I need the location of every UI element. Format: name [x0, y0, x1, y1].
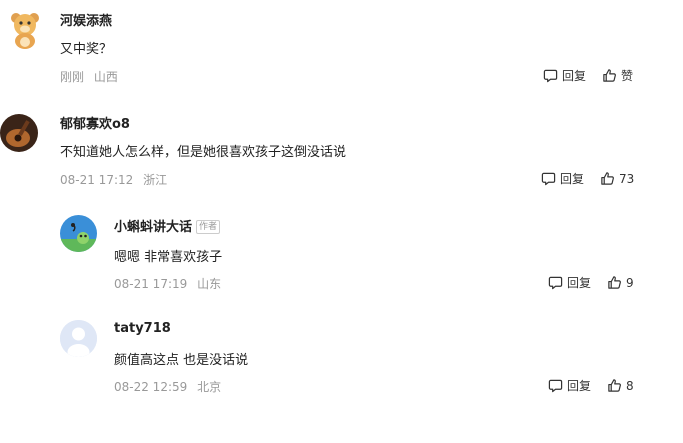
comment-time: 08-21 17:12	[60, 173, 134, 187]
reply-username: 小蝌蚪讲大话 作者	[114, 216, 221, 235]
reply-location: 北京	[197, 380, 222, 394]
comment-location: 浙江	[143, 173, 168, 187]
thumbs-up-icon	[607, 275, 622, 290]
avatar[interactable]	[60, 320, 97, 357]
reply-button[interactable]: 回复	[548, 274, 591, 291]
reply-location: 山东	[197, 277, 222, 291]
reply-text: 嗯嗯 非常喜欢孩子	[114, 250, 223, 265]
reply-button[interactable]: 回复	[543, 67, 586, 84]
default-user-avatar-icon	[60, 320, 97, 357]
comment-text: 又中奖？	[60, 42, 113, 57]
comment-actions: 回复 赞	[543, 67, 633, 84]
reply-label: 回复	[567, 379, 592, 393]
reply-item: taty718 颜值高这点 也是没话说 08-22 12:59 北京 回复 8	[0, 310, 683, 410]
comment-bubble-icon	[548, 275, 563, 290]
comment-item: 河娱添燕 又中奖？ 刚刚 山西 回复 赞	[0, 0, 683, 100]
thumbs-up-icon	[607, 378, 622, 393]
reply-button[interactable]: 回复	[541, 170, 584, 187]
reply-actions: 回复 8	[548, 377, 634, 394]
bear-avatar-icon	[11, 13, 39, 49]
reply-text: 颜值高这点 也是没话说	[114, 353, 249, 368]
comment-time: 刚刚	[60, 70, 85, 84]
tadpole-avatar-icon	[60, 215, 97, 252]
guitar-avatar-icon	[0, 114, 38, 152]
like-count: 8	[626, 378, 634, 393]
reply-time: 08-22 12:59	[114, 380, 188, 394]
like-button[interactable]: 73	[600, 171, 634, 186]
avatar[interactable]	[60, 215, 97, 252]
comment-bubble-icon	[548, 378, 563, 393]
comment-username[interactable]: 河娱添燕	[60, 10, 112, 29]
like-button[interactable]: 赞	[602, 67, 633, 84]
like-count: 9	[626, 275, 634, 290]
reply-label: 回复	[562, 69, 587, 83]
reply-meta: 08-21 17:19 山东	[114, 275, 221, 292]
comment-item: 郁郁寡欢o8 不知道她人怎么样，但是她很喜欢孩子这倒没话说 08-21 17:1…	[0, 100, 683, 200]
thumbs-up-icon	[600, 171, 615, 186]
reply-actions: 回复 9	[548, 274, 634, 291]
like-button[interactable]: 9	[607, 275, 634, 290]
reply-time: 08-21 17:19	[114, 277, 188, 291]
comment-text: 不知道她人怎么样，但是她很喜欢孩子这倒没话说	[60, 145, 347, 160]
comment-meta: 刚刚 山西	[60, 68, 118, 85]
reply-label: 回复	[560, 172, 585, 186]
comment-bubble-icon	[541, 171, 556, 186]
reply-button[interactable]: 回复	[548, 377, 591, 394]
reply-username-text[interactable]: 小蝌蚪讲大话	[114, 220, 192, 235]
reply-label: 回复	[567, 276, 592, 290]
reply-meta: 08-22 12:59 北京	[114, 378, 221, 395]
comment-meta: 08-21 17:12 浙江	[60, 171, 167, 188]
author-badge: 作者	[196, 220, 221, 234]
avatar[interactable]	[8, 10, 42, 50]
comment-actions: 回复 73	[541, 170, 634, 187]
comment-bubble-icon	[543, 68, 558, 83]
like-button[interactable]: 8	[607, 378, 634, 393]
like-label: 赞	[621, 69, 634, 83]
like-count: 73	[619, 171, 635, 186]
reply-item: 小蝌蚪讲大话 作者 嗯嗯 非常喜欢孩子 08-21 17:19 山东 回复 9	[0, 205, 683, 305]
thumbs-up-icon	[602, 68, 617, 83]
reply-username[interactable]: taty718	[114, 321, 171, 336]
avatar[interactable]	[0, 114, 38, 152]
comment-location: 山西	[93, 70, 118, 84]
comment-username[interactable]: 郁郁寡欢o8	[60, 113, 130, 132]
